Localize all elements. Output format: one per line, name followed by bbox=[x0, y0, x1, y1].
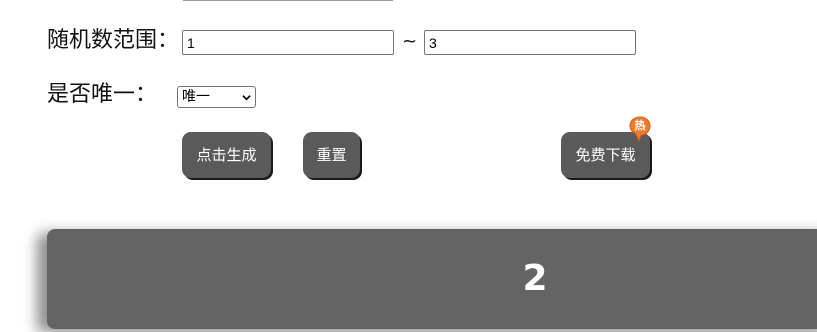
reset-button[interactable]: 重置 bbox=[303, 132, 360, 178]
range-max-input[interactable] bbox=[424, 30, 636, 55]
previous-field-border bbox=[183, 0, 393, 1]
range-min-input[interactable] bbox=[182, 30, 394, 55]
result-panel: 2 bbox=[47, 229, 817, 329]
result-number: 2 bbox=[522, 258, 548, 299]
chevron-down-icon bbox=[242, 95, 251, 101]
unique-select-value: 唯一 bbox=[182, 89, 210, 105]
generate-button[interactable]: 点击生成 bbox=[182, 132, 271, 178]
range-separator: ~ bbox=[402, 31, 418, 52]
random-number-generator: 随机数范围： ~ 是否唯一： 唯一 点击生成 重置 免费下载 热 2 bbox=[0, 0, 817, 332]
hot-badge-label: 热 bbox=[634, 119, 646, 132]
range-label: 随机数范围： bbox=[47, 28, 180, 53]
unique-label: 是否唯一： bbox=[47, 82, 158, 107]
hot-badge: 热 bbox=[629, 116, 653, 142]
unique-select[interactable]: 唯一 bbox=[177, 86, 256, 108]
